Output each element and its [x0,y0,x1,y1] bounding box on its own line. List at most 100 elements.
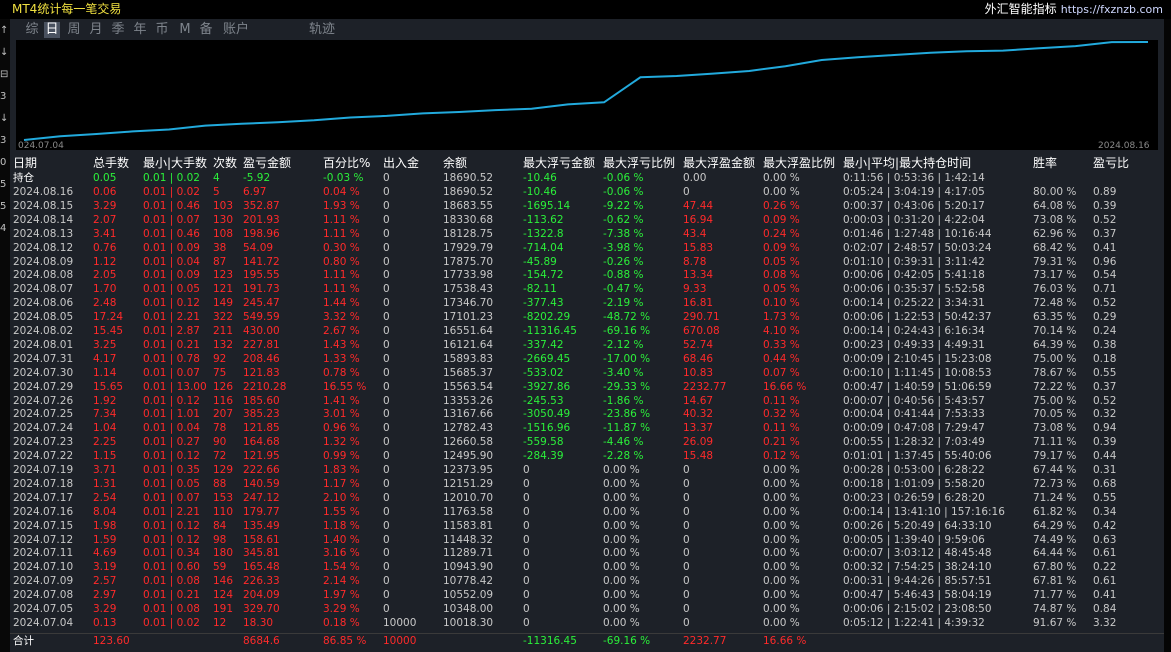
table-row[interactable]: 2024.08.14 2.07 0.01 | 0.07 130 201.93 1.11 %… [10,214,1164,227]
table-row[interactable]: 2024.07.19 3.71 0.01 | 0.35 129 222.66 1.83 %… [10,464,1164,477]
table-row[interactable]: 2024.08.13 3.41 0.01 | 0.46 108 198.96 1.11 %… [10,228,1164,241]
table-row[interactable]: 2024.08.12 0.76 0.01 | 0.09 38 54.09 0.30 % 0 1… [10,242,1164,255]
cell-maxprofit: 16.94 [683,213,714,226]
left-strip-glyph[interactable]: 5 [0,201,10,212]
table-row[interactable]: 2024.08.02 15.45 0.01 | 2.87 211 430.00 2.67 … [10,325,1164,338]
cell-ratio: 0.89 [1093,186,1117,198]
tab-10[interactable]: 轨迹 [308,22,336,38]
cell-pct: 1.54 % [323,561,360,574]
cell-balance: 17733.98 [443,269,494,282]
cell-balance: 10018.30 [443,616,494,629]
cell-hold: 0:00:06 | 0:35:37 | 5:52:58 [843,283,985,296]
table-row[interactable]: 2024.07.11 4.69 0.01 | 0.34 180 345.81 3.16 %… [10,547,1164,560]
table-row[interactable]: 2024.08.16 0.06 0.01 | 0.02 5 6.97 0.04 % 0 186… [10,186,1164,199]
tab-6[interactable]: 币 [154,22,170,38]
table-row[interactable]: 2024.08.15 3.29 0.01 | 0.46 103 352.87 1.93 %… [10,200,1164,213]
table-row[interactable]: 2024.08.08 2.05 0.01 | 0.09 123 195.55 1.11 %… [10,269,1164,282]
cell-hold: 0:00:14 | 0:24:43 | 6:16:34 [843,325,985,337]
cell-maxprofit_pct: 0.05 % [763,283,800,296]
title-bar: MT4统计每一笔交易 外汇智能指标 https://fxznzb.com [0,0,1171,19]
table-row[interactable]: 2024.07.16 8.04 0.01 | 2.21 110 179.77 1.55 %… [10,506,1164,519]
column-header[interactable]: 最大浮亏比例 [603,156,675,171]
table-row[interactable]: 2024.08.01 3.25 0.01 | 0.21 132 227.81 1.43 %… [10,339,1164,352]
table-row[interactable]: 2024.07.17 2.54 0.01 | 0.07 153 247.12 2.10 %… [10,492,1164,505]
column-header[interactable]: 总手数 [93,156,129,171]
left-strip-glyph[interactable]: ↓ [0,113,10,124]
tab-4[interactable]: 季 [110,22,126,38]
cell-flow: 0 [383,436,390,449]
table-row[interactable]: 2024.07.30 1.14 0.01 | 0.07 75 121.83 0.78 % 0… [10,367,1164,380]
tab-3[interactable]: 月 [88,22,104,38]
cell-maxprofit_pct: 0.24 % [763,227,800,240]
table-row[interactable]: 2024.07.05 3.29 0.01 | 0.08 191 329.70 3.29 %… [10,603,1164,616]
column-header[interactable]: 最大浮盈金额 [683,156,755,171]
cell-maxprofit: 8.78 [683,255,707,268]
cell-maxprofit: 0 [683,561,690,574]
table-row[interactable]: 2024.08.09 1.12 0.01 | 0.04 87 141.72 0.80 % 0… [10,256,1164,269]
cell-hold: 0:00:23 | 0:26:59 | 6:28:20 [843,491,985,504]
table-row[interactable]: 2024.07.09 2.57 0.01 | 0.08 146 226.33 2.14 %… [10,575,1164,588]
table-row[interactable]: 2024.07.12 1.59 0.01 | 0.12 98 158.61 1.40 % 0… [10,534,1164,547]
cell-minmax: 0.01 | 0.05 [143,477,200,490]
total-flow: 10000 [383,635,417,647]
table-row[interactable]: 2024.07.23 2.25 0.01 | 0.27 90 164.68 1.32 % 0… [10,436,1164,449]
table-row[interactable]: 2024.07.15 1.98 0.01 | 0.12 84 135.49 1.18 % 0… [10,520,1164,533]
left-strip-glyph[interactable]: 3 [0,135,10,146]
table-row[interactable]: 2024.07.22 1.15 0.01 | 0.12 72 121.95 0.99 % 0… [10,450,1164,463]
table-row[interactable]: 2024.07.10 3.19 0.01 | 0.60 59 165.48 1.54 % 0… [10,561,1164,574]
left-strip-glyph[interactable]: 4 [0,223,10,234]
tab-5[interactable]: 年 [132,22,148,38]
cell-balance: 18690.52 [443,172,494,184]
tab-7[interactable]: M [178,22,192,38]
left-strip-glyph[interactable]: 0 [0,157,10,168]
column-header[interactable]: 余额 [443,156,467,171]
column-header[interactable]: 百分比% [323,156,370,171]
cell-maxprofit_pct: 0.00 % [763,519,800,532]
column-header[interactable]: 最大浮盈比例 [763,156,835,171]
brand-url[interactable]: https://fxznzb.com [1061,3,1163,16]
holding-row[interactable]: 持仓 0.05 0.01 | 0.02 4 -5.92 -0.03 % 0 18690.52 -… [10,172,1164,185]
table-row[interactable]: 2024.07.18 1.31 0.01 | 0.05 88 140.59 1.17 % 0… [10,478,1164,491]
column-header[interactable]: 次数 [213,156,237,171]
cell-ratio: 0.37 [1093,380,1117,393]
column-header[interactable]: 最大浮亏金额 [523,156,595,171]
table-row[interactable]: 2024.07.24 1.04 0.01 | 0.04 78 121.85 0.96 % 0… [10,422,1164,435]
tab-1[interactable]: 日 [44,22,60,38]
left-strip-glyph[interactable]: 5 [0,179,10,190]
table-row[interactable]: 2024.07.31 4.17 0.01 | 0.78 92 208.46 1.33 % 0… [10,353,1164,366]
table-row[interactable]: 2024.08.06 2.48 0.01 | 0.12 149 245.47 1.44 %… [10,297,1164,310]
column-header[interactable]: 胜率 [1033,156,1057,171]
left-strip-glyph[interactable]: ⊟ [0,69,10,80]
cell-minmax: 0.01 | 0.21 [143,338,200,351]
tab-8[interactable]: 备 [198,22,214,38]
cell-pnl: 185.60 [243,394,280,407]
cell-hold: 0:00:55 | 1:28:32 | 7:03:49 [843,436,985,449]
column-header[interactable]: 盈亏比 [1093,156,1129,171]
cell-lots: 1.04 [93,422,117,435]
table-row[interactable]: 2024.07.29 15.65 0.01 | 13.00 126 2210.28 16.… [10,381,1164,394]
column-header[interactable]: 盈亏金额 [243,156,291,171]
cell-minmax: 0.01 | 2.87 [143,325,200,337]
tab-9[interactable]: 账户 [222,22,250,38]
table-row[interactable]: 2024.07.04 0.13 0.01 | 0.02 12 18.30 0.18 % 10… [10,617,1164,630]
column-header[interactable]: 最小|平均|最大持仓时间 [843,156,971,171]
left-strip-glyph[interactable]: ↓ [0,47,10,58]
table-row[interactable]: 2024.07.08 2.97 0.01 | 0.21 124 204.09 1.97 %… [10,589,1164,602]
column-header[interactable]: 日期 [13,156,37,171]
brand[interactable]: 外汇智能指标 https://fxznzb.com [985,2,1163,17]
left-strip-glyph[interactable]: ↑ [0,25,10,36]
table-row[interactable]: 2024.08.05 17.24 0.01 | 2.21 322 549.59 3.32 … [10,311,1164,324]
column-header[interactable]: 最小|大手数 [143,156,207,171]
column-header[interactable]: 出入金 [383,156,419,171]
tab-0[interactable]: 综 [24,22,40,38]
cell-maxprofit_pct: 0.00 % [763,464,800,476]
table-row[interactable]: 2024.08.07 1.70 0.01 | 0.05 121 191.73 1.11 %… [10,283,1164,296]
tab-2[interactable]: 周 [66,22,82,38]
cell-date: 2024.08.02 [13,325,74,337]
table-row[interactable]: 2024.07.25 7.34 0.01 | 1.01 207 385.23 3.01 %… [10,408,1164,421]
cell-maxloss: -11316.45 [523,325,577,337]
table-row[interactable]: 2024.07.26 1.92 0.01 | 0.12 116 185.60 1.41 %… [10,395,1164,408]
cell-hold: 0:11:56 | 0:53:36 | 1:42:14 [843,172,985,184]
left-strip-glyph[interactable]: 3 [0,91,10,102]
right-scroll-strip[interactable] [1164,19,1171,652]
